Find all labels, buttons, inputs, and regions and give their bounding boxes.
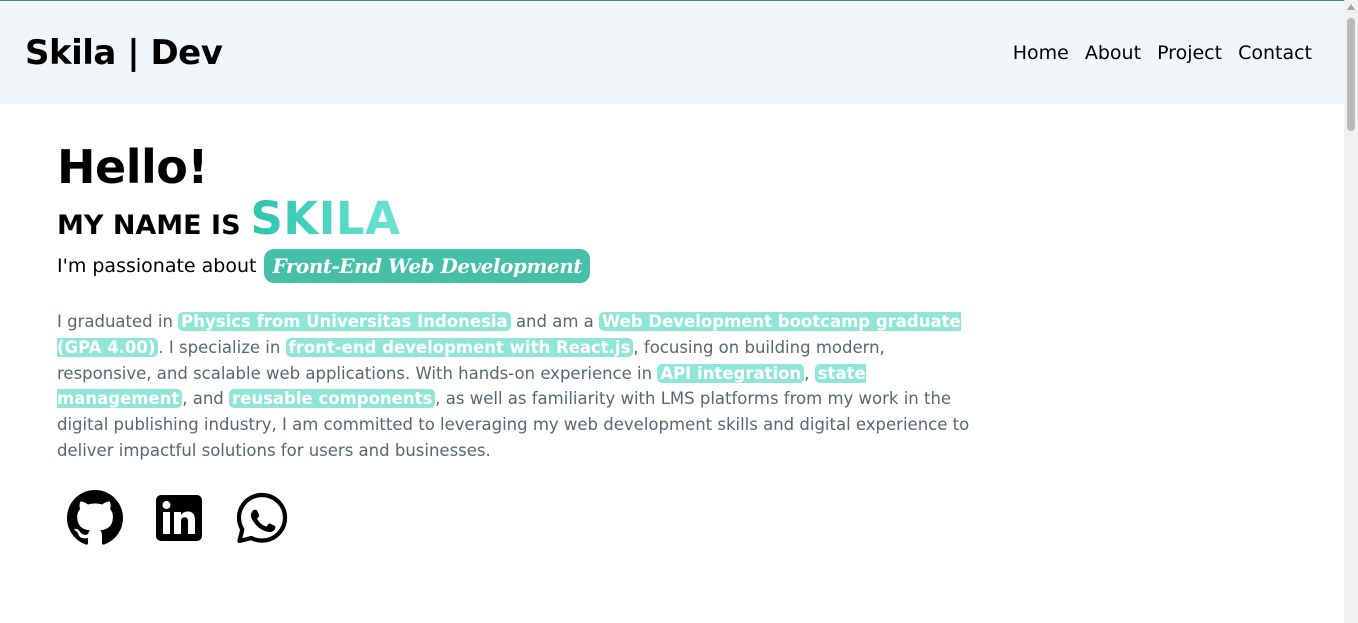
social-links (66, 490, 288, 546)
nav-project[interactable]: Project (1157, 42, 1222, 64)
bio-text: . I specialize in (158, 337, 286, 357)
nav-home[interactable]: Home (1013, 42, 1069, 64)
hero-section: Hello! MY NAME IS SKILA I'm passionate a… (57, 138, 972, 464)
vertical-scrollbar[interactable] (1344, 0, 1358, 623)
nav-about[interactable]: About (1085, 42, 1141, 64)
bio-text: , and (182, 389, 230, 409)
bio-highlight: front-end development with React.js (285, 337, 634, 357)
bio-text: , (804, 363, 815, 383)
linkedin-icon[interactable] (155, 494, 203, 542)
passion-row: I'm passionate about Front-End Web Devel… (57, 249, 972, 283)
brand-logo[interactable]: Skila | Dev (25, 33, 223, 73)
nav-links: Home About Project Contact (1013, 42, 1312, 64)
bio-text: I graduated in (57, 312, 179, 331)
passion-badge: Front-End Web Development (264, 249, 591, 283)
passion-text: I'm passionate about (57, 255, 257, 277)
greeting: Hello! (57, 140, 208, 194)
scroll-thumb[interactable] (1347, 18, 1355, 131)
whatsapp-icon[interactable] (236, 492, 288, 544)
name-prefix: MY NAME IS (57, 210, 241, 241)
nav-contact[interactable]: Contact (1238, 42, 1312, 64)
navbar: Skila | Dev Home About Project Contact (0, 1, 1344, 104)
github-icon[interactable] (66, 490, 124, 546)
bio-text: and am a (510, 312, 600, 331)
name-highlight: SKILA (250, 192, 401, 245)
bio-highlight: reusable components (229, 389, 436, 409)
scroll-up-icon[interactable] (1347, 4, 1355, 10)
name-row: MY NAME IS SKILA (57, 192, 972, 245)
bio-highlight: API integration (657, 363, 805, 383)
bio-paragraph: I graduated in Physics from Universitas … (57, 309, 972, 464)
bio-highlight: Physics from Universitas Indonesia (178, 312, 511, 331)
